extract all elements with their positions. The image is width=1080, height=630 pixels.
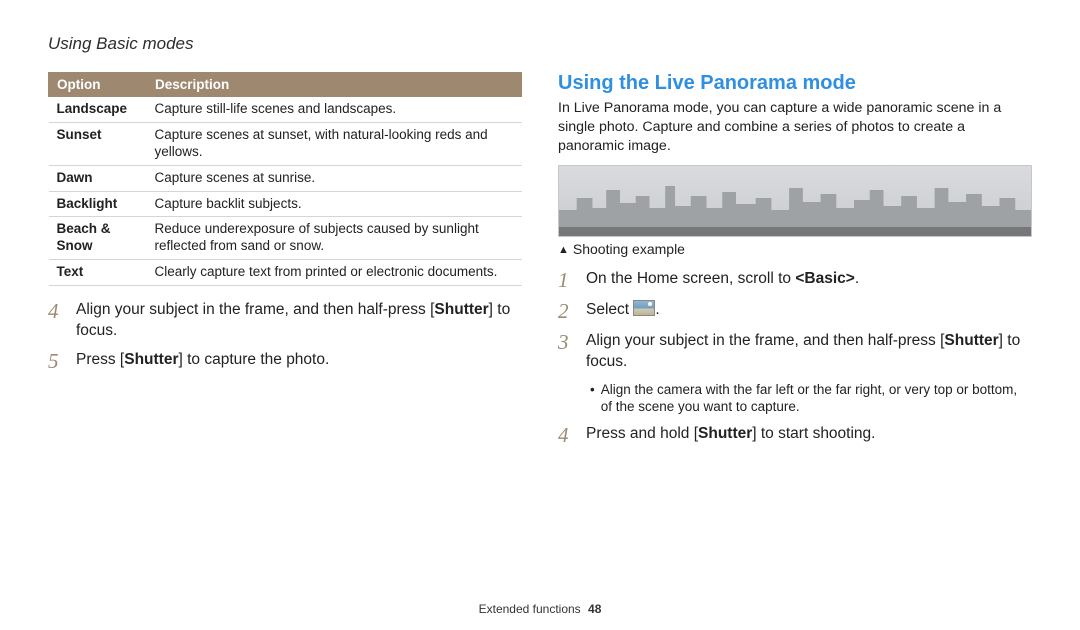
right-column: Using the Live Panorama mode In Live Pan… xyxy=(558,72,1032,455)
table-row: DawnCapture scenes at sunrise. xyxy=(49,165,522,191)
step-number: 5 xyxy=(48,350,66,373)
opt-name: Sunset xyxy=(49,122,147,165)
text: . xyxy=(855,270,859,287)
page-footer: Extended functions 48 xyxy=(0,602,1080,616)
step-body: Align your subject in the frame, and the… xyxy=(586,331,1032,373)
text: Select xyxy=(586,301,633,318)
text: Align your subject in the frame, and the… xyxy=(76,301,434,318)
left-steps: 4 Align your subject in the frame, and t… xyxy=(48,300,522,373)
step-number: 1 xyxy=(558,269,576,292)
manual-page: Using Basic modes Option Description Lan… xyxy=(0,0,1080,630)
bullet-item: Align the camera with the far left or th… xyxy=(590,381,1032,416)
th-option: Option xyxy=(49,73,147,97)
table-row: TextClearly capture text from printed or… xyxy=(49,260,522,286)
opt-name: Beach & Snow xyxy=(49,217,147,260)
bold-text: Shutter xyxy=(434,301,488,318)
step-body: On the Home screen, scroll to <Basic>. xyxy=(586,269,859,290)
step-body: Press and hold [Shutter] to start shooti… xyxy=(586,424,875,445)
text: Press and hold [ xyxy=(586,425,698,442)
step-3: 3 Align your subject in the frame, and t… xyxy=(558,331,1032,373)
step-3-bullets: Align the camera with the far left or th… xyxy=(590,381,1032,416)
step-body: Align your subject in the frame, and the… xyxy=(76,300,522,342)
opt-desc: Clearly capture text from printed or ele… xyxy=(147,260,522,286)
step-number: 4 xyxy=(48,300,66,323)
footer-page-number: 48 xyxy=(588,602,601,616)
opt-name: Landscape xyxy=(49,97,147,123)
opt-desc: Capture still-life scenes and landscapes… xyxy=(147,97,522,123)
opt-desc: Capture scenes at sunset, with natural-l… xyxy=(147,122,522,165)
step-4: 4 Align your subject in the frame, and t… xyxy=(48,300,522,342)
two-column-layout: Option Description LandscapeCapture stil… xyxy=(48,72,1032,455)
footer-section: Extended functions xyxy=(479,602,581,616)
th-description: Description xyxy=(147,73,522,97)
panorama-bar xyxy=(559,227,1031,236)
bullet-text: Align the camera with the far left or th… xyxy=(601,381,1032,416)
table-row: LandscapeCapture still-life scenes and l… xyxy=(49,97,522,123)
panorama-example-image xyxy=(558,165,1032,237)
text: Align your subject in the frame, and the… xyxy=(586,332,944,349)
step-4: 4 Press and hold [Shutter] to start shoo… xyxy=(558,424,1032,447)
right-steps: 1 On the Home screen, scroll to <Basic>.… xyxy=(558,269,1032,447)
panorama-mode-icon xyxy=(633,300,655,316)
step-5: 5 Press [Shutter] to capture the photo. xyxy=(48,350,522,373)
bold-text: Shutter xyxy=(124,351,178,368)
step-number: 2 xyxy=(558,300,576,323)
step-number: 3 xyxy=(558,331,576,354)
opt-name: Dawn xyxy=(49,165,147,191)
table-row: SunsetCapture scenes at sunset, with nat… xyxy=(49,122,522,165)
opt-name: Backlight xyxy=(49,191,147,217)
bold-text: <Basic> xyxy=(795,270,854,287)
opt-desc: Capture backlit subjects. xyxy=(147,191,522,217)
left-column: Option Description LandscapeCapture stil… xyxy=(48,72,522,455)
text: . xyxy=(655,301,659,318)
section-heading: Using the Live Panorama mode xyxy=(558,72,1032,95)
bold-text: Shutter xyxy=(944,332,998,349)
step-2: 2 Select . xyxy=(558,300,1032,323)
intro-text: In Live Panorama mode, you can capture a… xyxy=(558,99,1032,157)
text: ] to start shooting. xyxy=(752,425,875,442)
opt-desc: Reduce underexposure of subjects caused … xyxy=(147,217,522,260)
step-number: 4 xyxy=(558,424,576,447)
table-row: BacklightCapture backlit subjects. xyxy=(49,191,522,217)
skyline-icon xyxy=(559,178,1031,228)
opt-name: Text xyxy=(49,260,147,286)
opt-desc: Capture scenes at sunrise. xyxy=(147,165,522,191)
bold-text: Shutter xyxy=(698,425,752,442)
running-header: Using Basic modes xyxy=(48,34,1032,54)
image-caption: Shooting example xyxy=(558,241,1032,257)
step-1: 1 On the Home screen, scroll to <Basic>. xyxy=(558,269,1032,292)
text: ] to capture the photo. xyxy=(178,351,329,368)
step-body: Press [Shutter] to capture the photo. xyxy=(76,350,329,371)
step-body: Select . xyxy=(586,300,660,321)
text: Press [ xyxy=(76,351,124,368)
bullet-dot-icon xyxy=(590,381,595,416)
options-table: Option Description LandscapeCapture stil… xyxy=(48,72,522,286)
caption-text: Shooting example xyxy=(573,241,685,257)
table-row: Beach & SnowReduce underexposure of subj… xyxy=(49,217,522,260)
text: On the Home screen, scroll to xyxy=(586,270,795,287)
